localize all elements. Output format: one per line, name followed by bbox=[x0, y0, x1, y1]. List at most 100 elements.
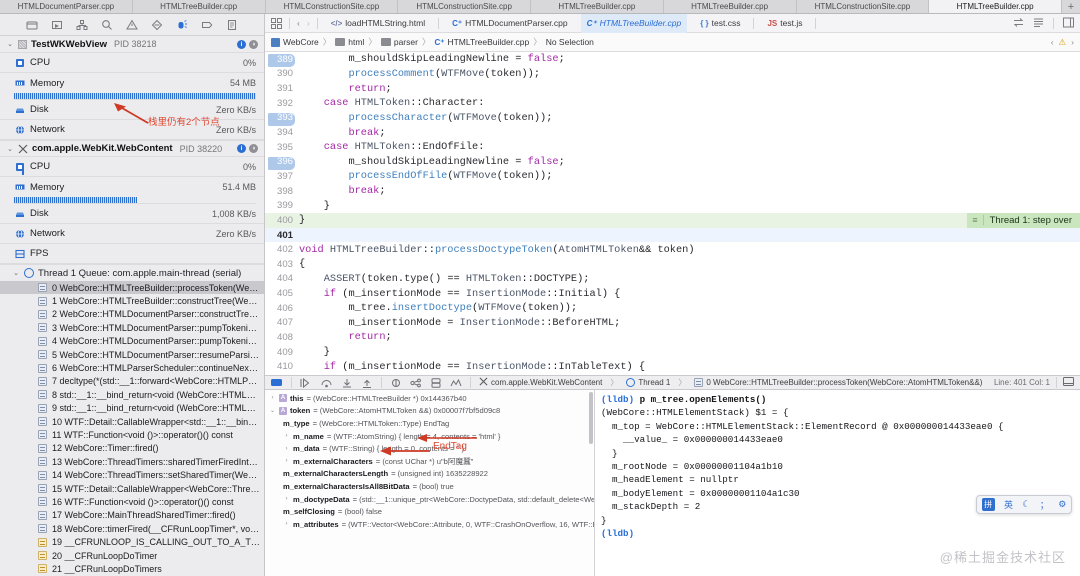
stack-frame-row[interactable]: 11 WTF::Function<void ()>::operator()() … bbox=[0, 428, 264, 441]
window-tab[interactable]: HTMLConstructionSite.cpp bbox=[398, 0, 531, 13]
issue-warning-icon[interactable] bbox=[126, 18, 139, 31]
disclosure-triangle-icon[interactable]: ⌄ bbox=[269, 407, 276, 414]
debugbar-thread[interactable]: Thread 1 bbox=[626, 378, 670, 387]
line-number[interactable]: 389 bbox=[265, 54, 299, 68]
gauge-badge-icon[interactable]: ◑ bbox=[249, 144, 258, 153]
disclosure-triangle-icon[interactable]: › bbox=[283, 446, 290, 452]
stack-frame-row[interactable]: 20 __CFRunLoopDoTimer bbox=[0, 549, 264, 562]
code-line[interactable]: 408 return; bbox=[265, 330, 1080, 345]
breadcrumb-item-file[interactable]: C⁺ HTMLTreeBuilder.cpp bbox=[434, 37, 529, 47]
code-line[interactable]: 398 break; bbox=[265, 184, 1080, 199]
stack-frame-row[interactable]: 12 WebCore::Timer::fired() bbox=[0, 442, 264, 455]
line-number[interactable]: 402 bbox=[265, 244, 299, 255]
jump-bar[interactable]: ‹ › </> loadHTMLString.html C⁺ HTMLDocum… bbox=[265, 13, 1080, 33]
jumpbar-file-testjs[interactable]: JS test.js bbox=[761, 18, 808, 28]
debugbar-process[interactable]: com.apple.WebKit.WebContent bbox=[479, 377, 602, 388]
code-line[interactable]: 407 m_insertionMode = InsertionMode::Bef… bbox=[265, 316, 1080, 331]
breadcrumb[interactable]: WebCore 〉 html 〉 parser 〉 C⁺ HTMLTreeBui… bbox=[265, 33, 1080, 52]
drag-handle-icon[interactable]: ≡ bbox=[967, 215, 984, 226]
disclosure-triangle-icon[interactable]: ⌄ bbox=[6, 40, 14, 48]
line-number[interactable]: 394 bbox=[265, 127, 299, 138]
disclosure-triangle-icon[interactable]: › bbox=[283, 458, 290, 464]
code-line[interactable]: 389 m_shouldSkipLeadingNewline = false; bbox=[265, 52, 1080, 68]
stack-frame-row[interactable]: 17 WebCore::MainThreadSharedTimer::fired… bbox=[0, 509, 264, 522]
stack-frame-row[interactable]: 14 WebCore::ThreadTimers::setSharedTimer… bbox=[0, 468, 264, 481]
search-icon[interactable] bbox=[101, 18, 114, 31]
source-editor[interactable]: 389 m_shouldSkipLeadingNewline = false; 3… bbox=[265, 52, 1080, 375]
breadcrumb-item-selection[interactable]: No Selection bbox=[546, 37, 594, 47]
variable-row[interactable]: m_externalCharactersIsAll8BitData = (bool… bbox=[265, 480, 594, 493]
window-tab-active[interactable]: HTMLTreeBuilder.cpp bbox=[929, 0, 1062, 13]
line-number[interactable]: 401 bbox=[265, 230, 299, 241]
warning-icon[interactable]: ⚠ bbox=[1059, 37, 1067, 48]
disclosure-triangle-icon[interactable]: ⌄ bbox=[6, 145, 14, 153]
code-line[interactable]: 391 return; bbox=[265, 81, 1080, 96]
line-number[interactable]: 410 bbox=[265, 361, 299, 372]
stack-frame-row[interactable]: 18 WebCore::timerFired(__CFRunLoopTimer*… bbox=[0, 522, 264, 535]
gauge-row-cpu[interactable]: CPU 0% bbox=[0, 157, 264, 177]
window-tab[interactable]: HTMLDocumentParser.cpp bbox=[0, 0, 133, 13]
code-line[interactable]: 401 bbox=[265, 227, 1080, 243]
code-line[interactable]: 399 } bbox=[265, 198, 1080, 213]
line-number[interactable]: 395 bbox=[265, 142, 299, 153]
stack-frame-row[interactable]: 6 WebCore::HTMLParserScheduler::continue… bbox=[0, 361, 264, 374]
line-number[interactable]: 400 bbox=[265, 215, 299, 226]
line-number[interactable]: 406 bbox=[265, 303, 299, 314]
code-line[interactable]: 410 if (m_insertionMode == InsertionMode… bbox=[265, 359, 1080, 374]
window-tab[interactable]: HTMLTreeBuilder.cpp bbox=[132, 0, 266, 13]
minimap-icon[interactable] bbox=[1033, 17, 1044, 30]
line-number[interactable]: 409 bbox=[265, 347, 299, 358]
stack-frame-row[interactable]: 1 WebCore::HTMLTreeBuilder::constructTre… bbox=[0, 294, 264, 307]
variable-row[interactable]: › m_data = (WTF::String) { length = 0, con… bbox=[265, 442, 594, 455]
performance-icon[interactable] bbox=[450, 378, 462, 388]
gauge-row-network[interactable]: Network Zero KB/s bbox=[0, 120, 264, 140]
next-issue-button[interactable]: › bbox=[1071, 37, 1074, 47]
add-tab-button[interactable]: + bbox=[1062, 0, 1080, 13]
view-debugger-icon[interactable] bbox=[390, 378, 402, 388]
ime-english-icon[interactable]: 英 bbox=[1004, 498, 1013, 511]
variable-row[interactable]: ⌄ Atoken = (WebCore::AtomHTMLToken &&) 0x0… bbox=[265, 405, 594, 418]
info-badge-icon[interactable]: i bbox=[237, 39, 246, 49]
ime-settings-icon[interactable]: ⚙ bbox=[1058, 499, 1066, 510]
step-over-button[interactable] bbox=[320, 378, 333, 388]
variables-scrollbar[interactable] bbox=[589, 392, 593, 444]
gauge-row-memory[interactable]: Memory 54 MB bbox=[0, 73, 264, 93]
code-line[interactable]: 400} bbox=[265, 213, 1080, 228]
line-number[interactable]: 407 bbox=[265, 317, 299, 328]
assistant-editor-icon[interactable] bbox=[1013, 17, 1024, 30]
variable-row[interactable]: › m_name = (WTF::AtomString) { length = 4,… bbox=[265, 430, 594, 443]
code-line[interactable]: 393 processCharacter(WTFMove(token)); bbox=[265, 111, 1080, 126]
forward-button[interactable]: › bbox=[307, 18, 310, 28]
breadcrumb-item-html[interactable]: html bbox=[335, 37, 364, 47]
continue-button[interactable] bbox=[300, 377, 312, 388]
debugbar-frame[interactable]: 0 WebCore::HTMLTreeBuilder::processToken… bbox=[694, 378, 982, 387]
variable-row[interactable]: m_selfClosing = (bool) false bbox=[265, 505, 594, 518]
disclosure-triangle-icon[interactable]: › bbox=[283, 496, 290, 502]
back-button[interactable]: ‹ bbox=[297, 18, 300, 28]
ime-mode-icon[interactable]: 拼 bbox=[981, 498, 995, 511]
gauge-row-disk[interactable]: Disk 1,008 KB/s bbox=[0, 204, 264, 224]
previous-issue-button[interactable]: ‹ bbox=[1051, 37, 1054, 47]
inspector-toggle-icon[interactable] bbox=[1063, 17, 1074, 30]
step-out-button[interactable] bbox=[361, 378, 373, 388]
gauge-row-fps[interactable]: FPS bbox=[0, 244, 264, 264]
line-number[interactable]: 392 bbox=[265, 98, 299, 109]
breadcrumb-item-project[interactable]: WebCore bbox=[271, 37, 319, 47]
gauge-row-cpu[interactable]: CPU 0% bbox=[0, 53, 264, 73]
line-number[interactable]: 397 bbox=[265, 171, 299, 182]
code-line[interactable]: 404 ASSERT(token.type() == HTMLToken::DO… bbox=[265, 272, 1080, 287]
code-line[interactable]: 394 break; bbox=[265, 125, 1080, 140]
stack-frame-list[interactable]: 0 WebCore::HTMLTreeBuilder::processToken… bbox=[0, 281, 264, 576]
console-toggle-icon[interactable] bbox=[1063, 377, 1074, 388]
report-icon[interactable] bbox=[226, 18, 239, 31]
memory-graph-icon[interactable] bbox=[410, 378, 422, 388]
variables-view[interactable]: › Athis = (WebCore::HTMLTreeBuilder *) 0x1… bbox=[265, 390, 595, 576]
variable-row[interactable]: › m_doctypeData = (std::__1::unique_ptr<We… bbox=[265, 493, 595, 506]
code-line[interactable]: 402 void HTMLTreeBuilder::processDoctypeT… bbox=[265, 242, 1080, 257]
variable-row[interactable]: m_externalCharactersLength = (unsigned in… bbox=[265, 468, 594, 481]
stack-frame-row[interactable]: 16 WTF::Function<void ()>::operator()() … bbox=[0, 495, 264, 508]
gauge-row-disk[interactable]: Disk Zero KB/s bbox=[0, 100, 264, 120]
stack-frame-row[interactable]: 7 decltype(*(std::__1::forward<WebCore::… bbox=[0, 375, 264, 388]
stack-frame-row[interactable]: 9 std::__1::__bind_return<void (WebCore:… bbox=[0, 402, 264, 415]
line-number[interactable]: 391 bbox=[265, 83, 299, 94]
